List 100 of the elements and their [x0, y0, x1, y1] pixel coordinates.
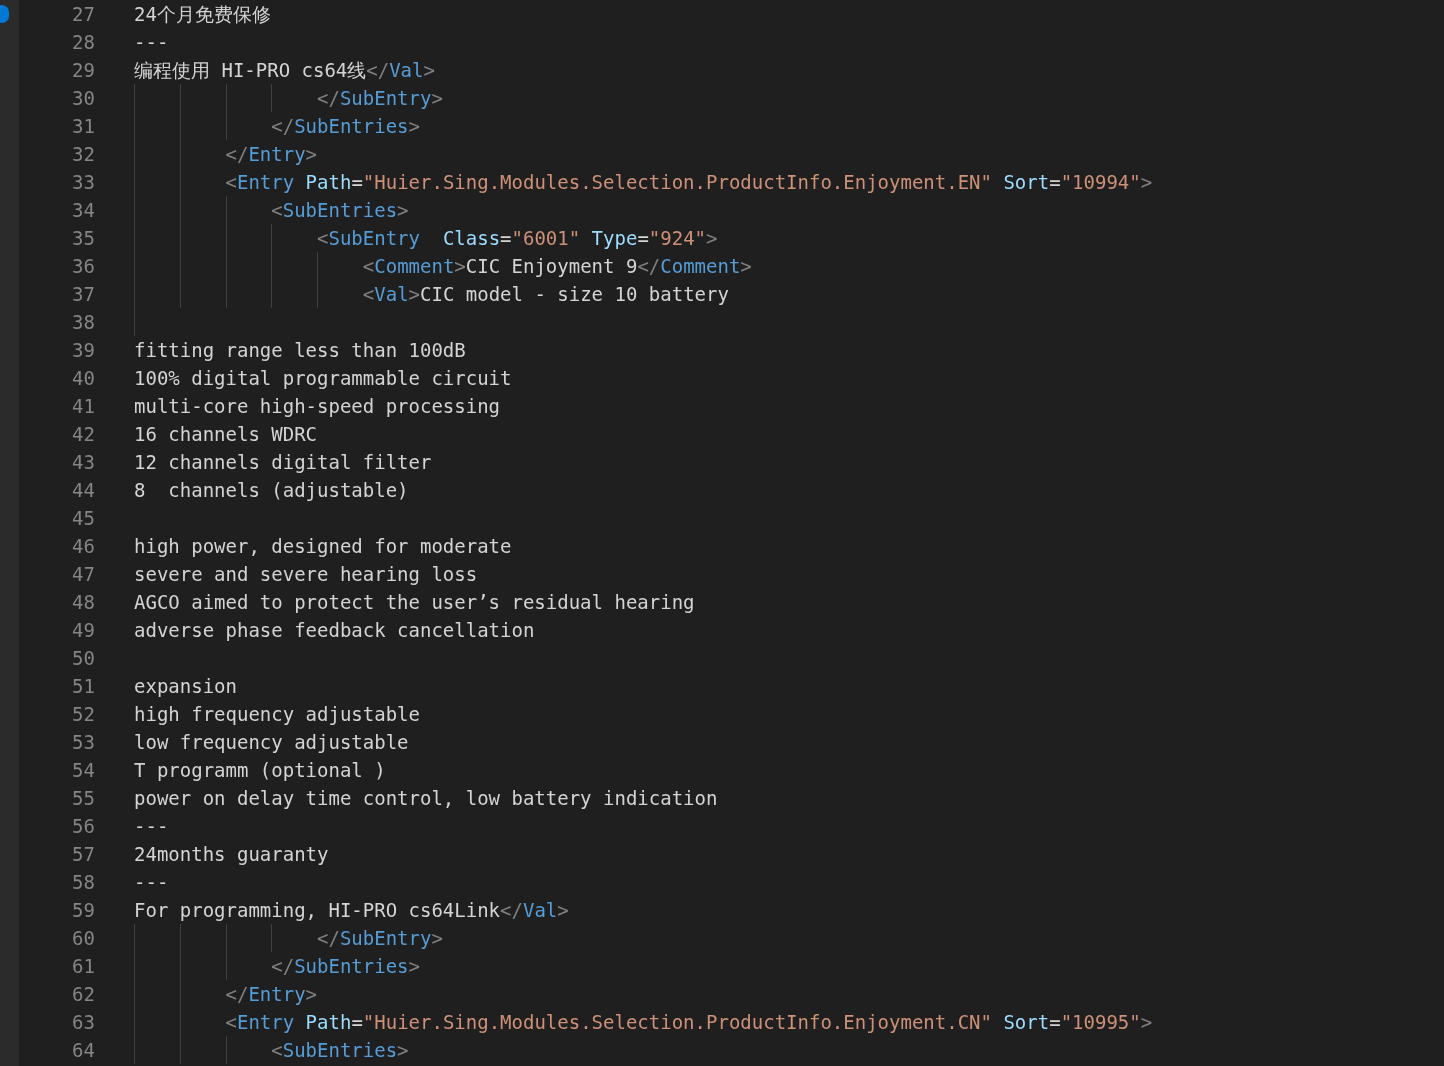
xml-string: "Huier.Sing.Modules.Selection.ProductInfo.Enjoyment.EN": [362, 170, 992, 194]
xml-tag-name: SubEntry: [339, 926, 432, 950]
xml-string: "10995": [1060, 1010, 1141, 1034]
code-text: ---: [134, 30, 169, 54]
code-text: high frequency adjustable: [134, 702, 420, 726]
xml-attribute: Sort: [1002, 170, 1050, 194]
xml-bracket: <: [225, 1010, 237, 1034]
xml-tag-name: Entry: [236, 170, 295, 194]
line-number: 35: [71, 226, 95, 250]
code-text: expansion: [134, 674, 237, 698]
code-text: =: [1049, 1010, 1061, 1034]
line-number: 27: [71, 2, 95, 26]
code-text: power on delay time control, low battery indication: [134, 786, 718, 810]
xml-bracket: </: [225, 982, 249, 1006]
xml-bracket: >: [1140, 170, 1153, 194]
xml-tag-name: SubEntries: [294, 114, 409, 138]
line-number: 36: [71, 254, 95, 278]
line-number: 50: [71, 646, 95, 670]
code-text: 100% digital programmable circuit: [134, 366, 512, 390]
xml-bracket: >: [706, 226, 718, 250]
xml-bracket: </: [637, 254, 661, 278]
line-number: 33: [71, 170, 95, 194]
xml-bracket: >: [454, 254, 466, 278]
line-number: 45: [71, 506, 95, 530]
code-text: CIC model - size 10 battery: [420, 282, 729, 306]
line-number: 55: [71, 786, 95, 810]
line-number: 37: [71, 282, 95, 306]
xml-bracket: >: [305, 142, 318, 166]
xml-bracket: >: [408, 114, 420, 138]
xml-bracket: >: [740, 254, 752, 278]
xml-bracket: <: [317, 226, 329, 250]
xml-bracket: >: [408, 282, 421, 306]
xml-bracket: <: [225, 170, 237, 194]
line-number: 30: [71, 86, 95, 110]
line-number: 54: [71, 758, 95, 782]
xml-bracket: </: [317, 926, 340, 950]
line-number: 48: [71, 590, 95, 614]
line-number: 29: [71, 58, 95, 82]
line-number: 64: [71, 1038, 95, 1062]
xml-bracket: <: [271, 198, 283, 222]
xml-tag-name: Comment: [374, 254, 455, 278]
line-number: 58: [71, 870, 95, 894]
line-number: 31: [71, 114, 95, 138]
xml-tag-name: Entry: [236, 1010, 295, 1034]
code-text: 24个月免费保修: [134, 2, 271, 26]
code-text: adverse phase feedback cancellation: [134, 618, 535, 642]
code-text: ---: [134, 870, 169, 894]
line-number: 40: [71, 366, 95, 390]
xml-tag-name: Entry: [248, 142, 306, 166]
xml-bracket: >: [305, 982, 318, 1006]
xml-string: "10994": [1060, 170, 1141, 194]
line-number: 32: [71, 142, 95, 166]
xml-bracket: </: [225, 142, 249, 166]
code-text: =: [500, 226, 512, 250]
line-number: 62: [71, 982, 95, 1006]
xml-string: "6001": [511, 226, 581, 250]
code-text: =: [637, 226, 649, 250]
xml-tag-name: SubEntries: [294, 954, 409, 978]
line-number: 60: [71, 926, 95, 950]
xml-tag-name: Val: [374, 282, 409, 306]
xml-tag-name: Val: [389, 58, 424, 82]
xml-bracket: <: [271, 1038, 283, 1062]
xml-attribute: Type: [590, 226, 638, 250]
line-number: 63: [71, 1010, 95, 1034]
line-number: 41: [71, 394, 95, 418]
code-text: T programm (optional ): [134, 758, 386, 782]
code-text: 16 channels WDRC: [134, 422, 318, 446]
code-text: 12 channels digital filter: [134, 450, 432, 474]
xml-bracket: >: [397, 1038, 409, 1062]
xml-bracket: <: [362, 254, 375, 278]
line-number: 39: [71, 338, 95, 362]
code-text: =: [1049, 170, 1061, 194]
xml-bracket: >: [423, 58, 435, 82]
xml-bracket: </: [271, 114, 295, 138]
xml-bracket: </: [500, 898, 523, 922]
line-number: 42: [71, 422, 95, 446]
xml-bracket: >: [431, 86, 443, 110]
line-number: 34: [71, 198, 95, 222]
line-number: 61: [71, 954, 95, 978]
xml-string: "Huier.Sing.Modules.Selection.ProductInfo.Enjoyment.CN": [362, 1010, 992, 1034]
xml-bracket: >: [1140, 1010, 1153, 1034]
xml-tag-name: SubEntry: [328, 226, 420, 250]
xml-bracket: </: [317, 86, 340, 110]
code-text: =: [351, 170, 363, 194]
line-number: 46: [71, 534, 95, 558]
xml-tag-name: Entry: [248, 982, 306, 1006]
xml-bracket: </: [366, 58, 390, 82]
line-number: 56: [71, 814, 95, 838]
line-number: 49: [71, 618, 95, 642]
xml-attribute: Class: [441, 226, 501, 250]
xml-attribute: Sort: [1002, 1010, 1050, 1034]
line-number: 47: [71, 562, 95, 586]
line-number: 59: [71, 898, 95, 922]
code-text: 24months guaranty: [134, 842, 329, 866]
line-number: 28: [71, 30, 95, 54]
line-number: 51: [71, 674, 95, 698]
code-text: For programming, HI-PRO cs64Link: [134, 898, 501, 922]
xml-bracket: >: [431, 926, 443, 950]
xml-tag-name: SubEntries: [282, 1038, 398, 1062]
code-text: high power, designed for moderate: [134, 534, 512, 558]
